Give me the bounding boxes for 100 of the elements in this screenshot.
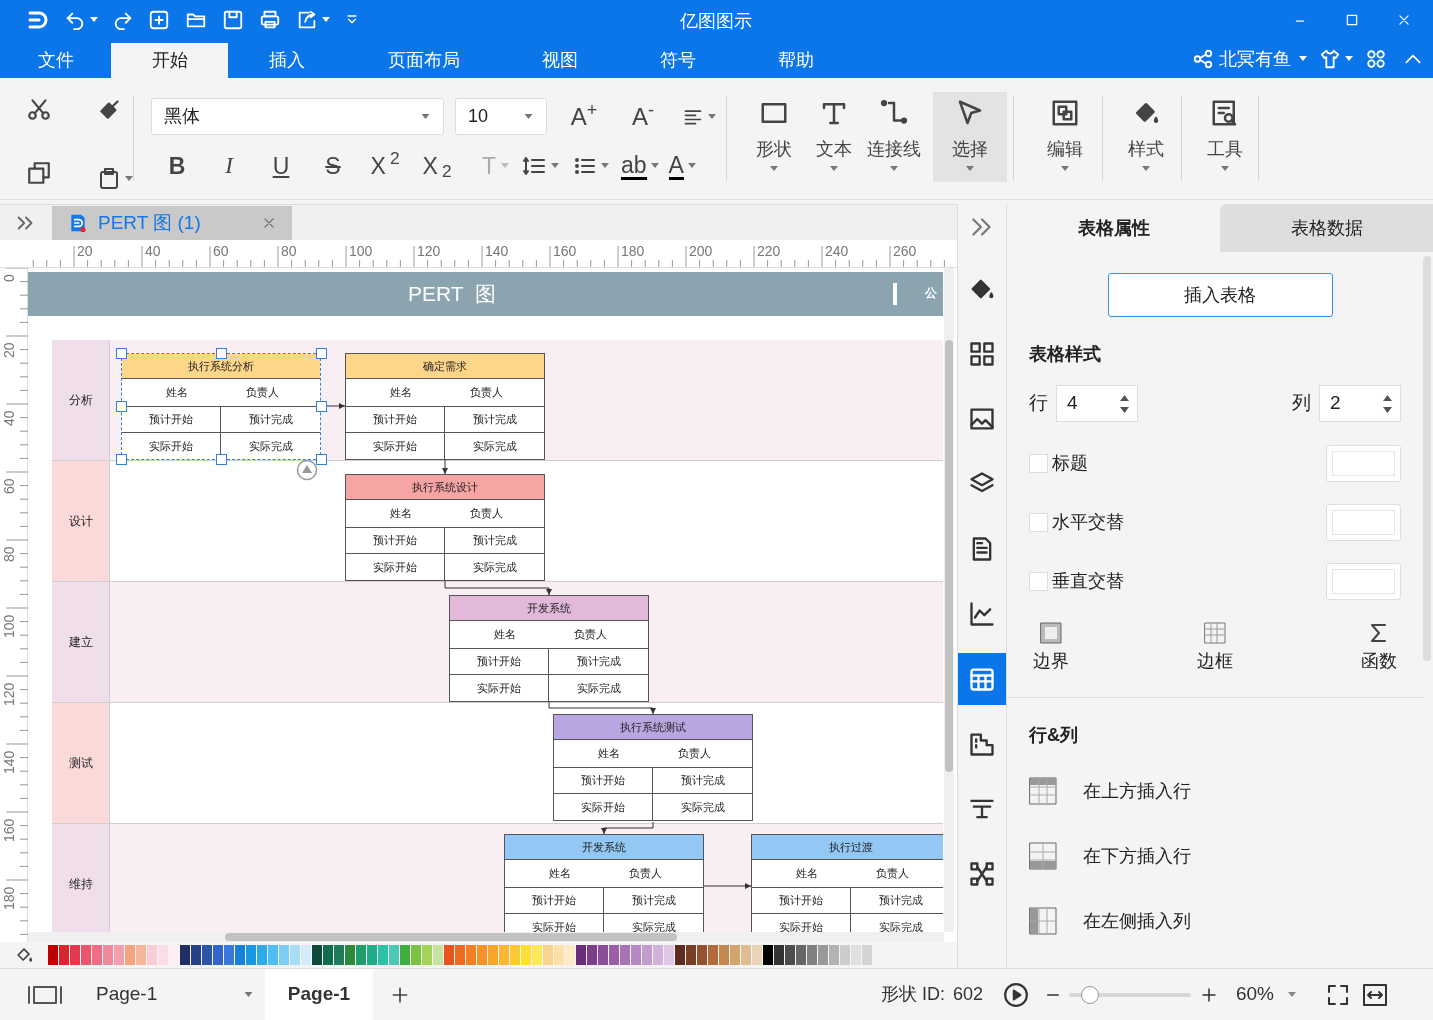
table-cell: 预计开始 xyxy=(346,528,445,553)
table-cell: 预计开始 xyxy=(554,768,653,793)
panel-tab[interactable]: 表格数据 xyxy=(1220,204,1433,252)
table-cell: 预计开始 xyxy=(505,888,604,913)
table-cell: 预计开始 xyxy=(346,407,445,432)
ruler-label: 20 xyxy=(77,242,93,261)
table-action[interactable]: 在下方插入行 xyxy=(1029,842,1433,870)
menu-tab[interactable]: 文件 xyxy=(0,43,111,78)
ruler-label: 160 xyxy=(2,818,16,842)
ribbon-tool-button[interactable]: 形状 xyxy=(743,92,805,182)
table-cell-text: 实际完成 xyxy=(247,438,294,454)
field-label: 行 xyxy=(1029,391,1048,416)
table-cell-text: 负责人 xyxy=(676,746,712,762)
grow-font-button[interactable]: A$^{+}$ xyxy=(562,98,606,135)
ruler-label: 60 xyxy=(213,242,229,261)
menu-tab[interactable]: 开始 xyxy=(111,43,228,78)
ruler-label: 180 xyxy=(2,886,16,910)
ruler-label: 140 xyxy=(485,242,509,261)
pert-node[interactable]: 开发系统 姓名 负责人 预计开始 预计完成 实际开始 实际完成 xyxy=(449,595,649,702)
table-cell-text: 姓名 xyxy=(597,746,621,762)
node-title: 确定需求 xyxy=(346,354,544,379)
zoom-select[interactable]: 60% xyxy=(1235,980,1296,1009)
table-cell: 实际开始 xyxy=(346,433,445,459)
text-format-button[interactable]: I xyxy=(203,149,255,184)
menu-tab[interactable]: 页面布局 xyxy=(345,43,503,78)
pert-node[interactable]: 确定需求 姓名 负责人 预计开始 预计完成 实际开始 实际完成 xyxy=(345,353,545,460)
menu-tab[interactable]: 视图 xyxy=(503,43,617,78)
table-cell-text: 预计完成 xyxy=(630,893,677,909)
ruler-label: 60 xyxy=(2,478,16,494)
number-spinner[interactable]: 2 xyxy=(1319,385,1401,422)
ruler-label: 200 xyxy=(689,242,713,261)
text-format-button[interactable]: X$_{2}$ xyxy=(411,149,463,184)
lane-label: 分析 xyxy=(52,340,110,461)
ruler-label: 80 xyxy=(281,242,297,261)
table-cell-text: 负责人 xyxy=(468,385,504,401)
checkbox-label: 水平交替 xyxy=(1052,510,1124,534)
text-format-button[interactable]: B xyxy=(151,149,203,184)
table-cell-text: 姓名 xyxy=(548,866,572,882)
table-cell-text: 姓名 xyxy=(389,385,413,401)
text-format-button[interactable]: U xyxy=(255,149,307,184)
text-format-button[interactable]: X$^{2}$ xyxy=(359,149,411,184)
ribbon-tool-button[interactable]: 文本 xyxy=(805,92,863,182)
table-cell-text: 负责人 xyxy=(874,866,910,882)
table-cell-text: 负责人 xyxy=(468,506,504,522)
table-cell-text: 实际完成 xyxy=(630,919,677,932)
table-cell: 实际开始 xyxy=(346,554,445,580)
page-select[interactable]: Page-1 xyxy=(96,980,254,1009)
section-heading: 表格样式 xyxy=(1029,343,1102,366)
node-title: 执行系统设计 xyxy=(346,475,544,500)
ruler-label: 140 xyxy=(2,750,16,774)
table-tool-button[interactable]: 边框 xyxy=(1197,621,1233,675)
ruler-label: 120 xyxy=(2,682,16,706)
table-cell-text: 预计完成 xyxy=(247,412,294,428)
lane-label: 测试 xyxy=(52,703,110,824)
page-tab[interactable]: Page-1 xyxy=(265,968,373,1020)
header-text: 公 xyxy=(925,286,937,300)
table-cell-text: 预计完成 xyxy=(471,533,518,549)
table-cell: 预计开始 xyxy=(450,649,549,674)
shape-id-label: 形状 ID: xyxy=(880,983,945,1006)
checkbox-label: 垂直交替 xyxy=(1052,569,1124,593)
number-spinner[interactable]: 4 xyxy=(1056,385,1138,422)
menu-tab[interactable]: 插入 xyxy=(228,43,345,78)
table-cell-text: 实际完成 xyxy=(575,680,622,696)
table-cell-text: 负责人 xyxy=(627,866,663,882)
ribbon-tool-button[interactable]: 连接线 xyxy=(863,92,925,182)
table-tool-button[interactable]: 函数 xyxy=(1361,621,1397,675)
ruler-label: 180 xyxy=(621,242,645,261)
font-color-button[interactable]: A xyxy=(668,152,696,180)
user-menu[interactable]: 北冥有鱼 xyxy=(1219,45,1307,73)
menu-tab[interactable]: 符号 xyxy=(617,43,739,78)
font-select[interactable]: 黑体 xyxy=(151,98,444,135)
text-format-button[interactable]: S xyxy=(307,149,359,184)
ruler-label: 260 xyxy=(893,242,917,261)
checkbox-label: 标题 xyxy=(1052,451,1088,475)
ribbon-tool-button[interactable]: 样式 xyxy=(1117,92,1175,182)
ruler-label: 20 xyxy=(2,342,16,358)
pert-node[interactable]: 开发系统 姓名 负责人 预计开始 预计完成 实际开始 实际完成 xyxy=(504,834,704,932)
pert-node[interactable]: 执行过渡 姓名 负责人 预计开始 预计完成 实际开始 实际完成 xyxy=(751,834,943,932)
highlight-button[interactable]: ab xyxy=(621,152,659,180)
menu-tab[interactable]: 帮助 xyxy=(739,43,853,78)
field-label: 列 xyxy=(1292,391,1311,416)
section-heading: 行&列 xyxy=(1029,724,1079,747)
table-action[interactable]: 在上方插入行 xyxy=(1029,777,1433,805)
shrink-font-button[interactable]: A$^{-}$ xyxy=(621,98,665,135)
font-size-select[interactable]: 10 xyxy=(455,98,547,135)
ribbon-tool-button[interactable]: 编辑 xyxy=(1034,92,1096,182)
table-cell-text: 实际完成 xyxy=(471,559,518,575)
ribbon-tool-button[interactable]: 选择 xyxy=(933,92,1007,182)
table-cell-text: 预计完成 xyxy=(679,773,726,789)
window-title: 亿图图示 xyxy=(680,10,752,32)
ribbon-tool-button[interactable]: 工具 xyxy=(1196,92,1254,182)
pert-node[interactable]: 执行系统分析 姓名 负责人 预计开始 预计完成 实际开始 实际完成 xyxy=(121,353,321,460)
table-cell-text: 预计完成 xyxy=(471,412,518,428)
table-tool-button[interactable]: 边界 xyxy=(1033,621,1069,675)
table-action[interactable]: 在左侧插入列 xyxy=(1029,907,1433,935)
node-title: 开发系统 xyxy=(450,596,648,621)
table-cell-text: 预计完成 xyxy=(575,654,622,670)
table-cell-text: 预计完成 xyxy=(877,893,924,909)
shape-id-value: 602 xyxy=(952,983,983,1006)
insert-table-button[interactable]: 插入表格 xyxy=(1107,273,1333,317)
